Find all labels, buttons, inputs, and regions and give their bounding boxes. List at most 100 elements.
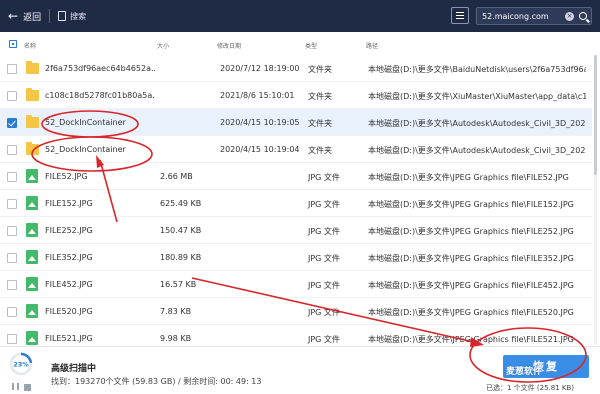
column-modified[interactable]: 修改日期 bbox=[217, 41, 241, 50]
file-path: 本地磁盘(D:)\更多文件\JPEG Graphics file\FILE521… bbox=[368, 335, 574, 344]
file-type: 文件夹 bbox=[308, 92, 332, 101]
folder-icon bbox=[26, 115, 39, 128]
row-checkbox[interactable] bbox=[7, 280, 17, 290]
file-list: 2f6a753df96aec64b4652a... 2020/7/12 18:1… bbox=[0, 55, 592, 352]
row-checkbox[interactable] bbox=[7, 172, 17, 182]
file-type: JPG 文件 bbox=[308, 227, 340, 236]
file-type: JPG 文件 bbox=[308, 173, 340, 182]
image-icon bbox=[26, 196, 38, 210]
file-path: 本地磁盘(D:)\更多文件\JPEG Graphics file\FILE352… bbox=[368, 254, 574, 263]
image-icon bbox=[26, 169, 38, 183]
file-type: JPG 文件 bbox=[308, 281, 340, 290]
column-size[interactable]: 大小 bbox=[157, 41, 169, 50]
file-name: FILE521.JPG bbox=[45, 334, 93, 343]
table-row[interactable]: FILE520.JPG 7.83 KB JPG 文件 本地磁盘(D:)\更多文件… bbox=[0, 298, 592, 325]
row-checkbox[interactable] bbox=[7, 91, 17, 101]
file-type: JPG 文件 bbox=[308, 335, 340, 344]
table-row[interactable]: 2f6a753df96aec64b4652a... 2020/7/12 18:1… bbox=[0, 55, 592, 82]
row-checkbox[interactable] bbox=[7, 226, 17, 236]
image-icon bbox=[26, 277, 38, 291]
document-icon bbox=[58, 11, 67, 21]
row-checkbox[interactable] bbox=[7, 118, 17, 128]
file-name: FILE252.JPG bbox=[45, 226, 93, 235]
image-icon bbox=[26, 250, 38, 264]
file-path: 本地磁盘(D:)\更多文件\JPEG Graphics file\FILE152… bbox=[368, 200, 574, 209]
file-type: JPG 文件 bbox=[308, 254, 340, 263]
menu-button[interactable] bbox=[451, 7, 469, 24]
row-checkbox[interactable] bbox=[7, 253, 17, 263]
image-icon bbox=[26, 304, 38, 318]
file-size: 180.89 KB bbox=[160, 253, 202, 262]
table-row[interactable]: 52_DockInContainer 2020/4/15 10:19:05 文件… bbox=[0, 109, 592, 136]
file-type: JPG 文件 bbox=[308, 200, 340, 209]
progress-label: 23% bbox=[13, 361, 29, 369]
file-type: 文件夹 bbox=[308, 65, 332, 74]
file-name: c108c18d5278fc01b80a5a... bbox=[45, 91, 155, 100]
file-path: 本地磁盘(D:)\更多文件\XiuMaster\XiuMaster\app_da… bbox=[368, 92, 586, 101]
selected-info: 已选：1 个文件 (25.81 KB) bbox=[486, 384, 575, 392]
select-all-checkbox[interactable] bbox=[9, 40, 17, 48]
row-checkbox[interactable] bbox=[7, 64, 17, 74]
file-name: FILE52.JPG bbox=[45, 172, 88, 181]
breadcrumb: 搜索 bbox=[58, 11, 86, 22]
row-checkbox[interactable] bbox=[7, 199, 17, 209]
file-name: 52_DockInContainer bbox=[45, 118, 126, 127]
top-bar: ← 返回 搜索 × bbox=[0, 0, 600, 32]
file-date: 2020/7/12 18:19:00 bbox=[220, 64, 300, 73]
folder-icon bbox=[26, 88, 39, 101]
file-name: FILE352.JPG bbox=[45, 253, 93, 262]
file-name: FILE452.JPG bbox=[45, 280, 93, 289]
watermark-text: 麦葱软件 bbox=[506, 367, 543, 377]
breadcrumb-label: 搜索 bbox=[70, 11, 87, 21]
pause-button[interactable] bbox=[12, 383, 19, 390]
file-path: 本地磁盘(D:)\更多文件\JPEG Graphics file\FILE520… bbox=[368, 308, 574, 317]
file-size: 7.83 KB bbox=[160, 307, 192, 316]
image-icon bbox=[26, 331, 38, 345]
scan-found-text: 找到：193270个文件 (59.83 GB) / 剩余时间: 00: 49: … bbox=[51, 377, 262, 386]
table-row[interactable]: FILE52.JPG 2.66 MB JPG 文件 本地磁盘(D:)\更多文件\… bbox=[0, 163, 592, 190]
row-checkbox[interactable] bbox=[7, 307, 17, 317]
back-button[interactable]: ← 返回 bbox=[8, 10, 41, 23]
file-name: FILE152.JPG bbox=[45, 199, 93, 208]
table-row[interactable]: FILE152.JPG 625.49 KB JPG 文件 本地磁盘(D:)\更多… bbox=[0, 190, 592, 217]
file-date: 2020/4/15 10:19:05 bbox=[220, 118, 300, 127]
folder-icon bbox=[26, 61, 39, 74]
stop-button[interactable] bbox=[24, 384, 31, 391]
row-checkbox[interactable] bbox=[7, 334, 17, 344]
file-size: 625.49 KB bbox=[160, 199, 202, 208]
file-path: 本地磁盘(D:)\更多文件\Autodesk\Autodesk_Civil_3D… bbox=[368, 146, 586, 155]
file-name: 2f6a753df96aec64b4652a... bbox=[45, 64, 155, 73]
column-name[interactable]: 名称 bbox=[24, 41, 36, 50]
table-row[interactable]: c108c18d5278fc01b80a5a... 2021/8/6 15:10… bbox=[0, 82, 592, 109]
file-type: 文件夹 bbox=[308, 119, 332, 128]
file-path: 本地磁盘(D:)\更多文件\JPEG Graphics file\FILE452… bbox=[368, 281, 574, 290]
scrollbar[interactable] bbox=[594, 55, 597, 345]
table-row[interactable]: FILE352.JPG 180.89 KB JPG 文件 本地磁盘(D:)\更多… bbox=[0, 244, 592, 271]
back-label: 返回 bbox=[23, 12, 42, 23]
back-arrow-icon: ← bbox=[8, 9, 19, 23]
file-path: 本地磁盘(D:)\更多文件\JPEG Graphics file\FILE52.… bbox=[368, 173, 569, 182]
file-path: 本地磁盘(D:)\更多文件\BaiduNetdisk\users\2f6a753… bbox=[368, 65, 586, 74]
file-name: 52_DockInContainer bbox=[45, 145, 126, 154]
scan-status-title: 高级扫描中 bbox=[51, 364, 97, 374]
search-box: × bbox=[476, 7, 592, 25]
column-type[interactable]: 类型 bbox=[305, 41, 317, 50]
clear-icon[interactable]: × bbox=[565, 11, 574, 21]
scrollbar-thumb[interactable] bbox=[594, 55, 597, 175]
table-header: 名称 大小 修改日期 类型 路径 bbox=[0, 38, 600, 52]
file-size: 16.57 KB bbox=[160, 280, 197, 289]
row-checkbox[interactable] bbox=[7, 145, 17, 155]
file-name: FILE520.JPG bbox=[45, 307, 93, 316]
file-path: 本地磁盘(D:)\更多文件\JPEG Graphics file\FILE252… bbox=[368, 227, 574, 236]
search-input[interactable] bbox=[482, 11, 565, 21]
table-row[interactable]: 52_DockInContainer 2020/4/15 10:19:04 文件… bbox=[0, 136, 592, 163]
file-path: 本地磁盘(D:)\更多文件\Autodesk\Autodesk_Civil_3D… bbox=[368, 119, 586, 128]
folder-icon bbox=[26, 142, 39, 155]
column-path[interactable]: 路径 bbox=[366, 41, 378, 50]
search-icon[interactable] bbox=[579, 12, 587, 20]
table-row[interactable]: FILE452.JPG 16.57 KB JPG 文件 本地磁盘(D:)\更多文… bbox=[0, 271, 592, 298]
divider bbox=[49, 9, 51, 23]
file-type: 文件夹 bbox=[308, 146, 332, 155]
table-row[interactable]: FILE252.JPG 150.47 KB JPG 文件 本地磁盘(D:)\更多… bbox=[0, 217, 592, 244]
file-date: 2020/4/15 10:19:04 bbox=[220, 145, 300, 154]
